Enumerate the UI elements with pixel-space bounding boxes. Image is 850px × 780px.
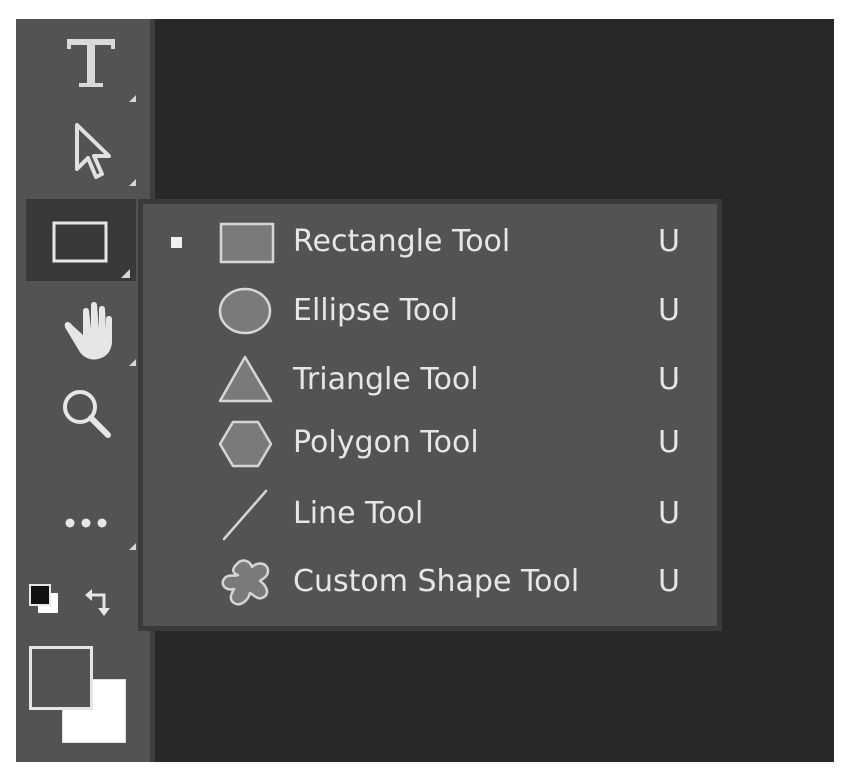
menu-item-label: Line Tool bbox=[293, 496, 424, 531]
menu-item-custom-shape-tool[interactable]: Custom Shape Tool U bbox=[143, 549, 717, 615]
menu-item-shortcut: U bbox=[658, 362, 680, 397]
arrow-select-icon bbox=[75, 123, 136, 186]
tools-panel bbox=[16, 19, 150, 762]
zoom-tool-button[interactable] bbox=[26, 375, 136, 457]
swap-colors-icon[interactable] bbox=[82, 583, 132, 633]
shape-tools-flyout: Rectangle Tool U Ellipse Tool U Triangle… bbox=[138, 199, 722, 631]
edit-toolbar-button[interactable] bbox=[26, 485, 136, 567]
menu-item-shortcut: U bbox=[658, 224, 680, 259]
menu-item-line-tool[interactable]: Line Tool U bbox=[143, 481, 717, 547]
menu-item-shortcut: U bbox=[658, 564, 680, 599]
ellipse-icon bbox=[218, 287, 272, 335]
zoom-icon bbox=[63, 390, 111, 438]
menu-item-polygon-tool[interactable]: Polygon Tool U bbox=[143, 410, 717, 476]
line-icon bbox=[222, 489, 268, 541]
photoshop-window: Rectangle Tool U Ellipse Tool U Triangle… bbox=[16, 19, 834, 762]
more-icon bbox=[65, 518, 136, 550]
menu-item-ellipse-tool[interactable]: Ellipse Tool U bbox=[143, 278, 717, 344]
menu-item-label: Triangle Tool bbox=[293, 362, 479, 397]
selected-indicator bbox=[171, 237, 182, 248]
menu-item-rectangle-tool[interactable]: Rectangle Tool U bbox=[143, 209, 717, 275]
menu-item-triangle-tool[interactable]: Triangle Tool U bbox=[143, 347, 717, 413]
menu-item-label: Ellipse Tool bbox=[293, 293, 458, 328]
rectangle-icon bbox=[52, 221, 130, 278]
path-selection-tool-button[interactable] bbox=[26, 111, 136, 193]
menu-item-label: Custom Shape Tool bbox=[293, 564, 580, 599]
hand-tool-button[interactable] bbox=[26, 287, 136, 369]
rectangle-tool-button[interactable] bbox=[26, 199, 136, 281]
hand-icon bbox=[64, 302, 136, 366]
menu-item-label: Rectangle Tool bbox=[293, 224, 511, 259]
polygon-icon bbox=[218, 420, 273, 468]
rectangle-icon bbox=[219, 222, 275, 264]
menu-item-shortcut: U bbox=[658, 496, 680, 531]
triangle-icon bbox=[218, 355, 273, 403]
type-tool-button[interactable] bbox=[26, 25, 136, 107]
type-icon bbox=[67, 39, 136, 102]
foreground-color-swatch[interactable] bbox=[29, 646, 93, 710]
menu-item-shortcut: U bbox=[658, 293, 680, 328]
menu-item-label: Polygon Tool bbox=[293, 425, 479, 460]
menu-item-shortcut: U bbox=[658, 425, 680, 460]
custom-shape-icon bbox=[221, 559, 270, 606]
